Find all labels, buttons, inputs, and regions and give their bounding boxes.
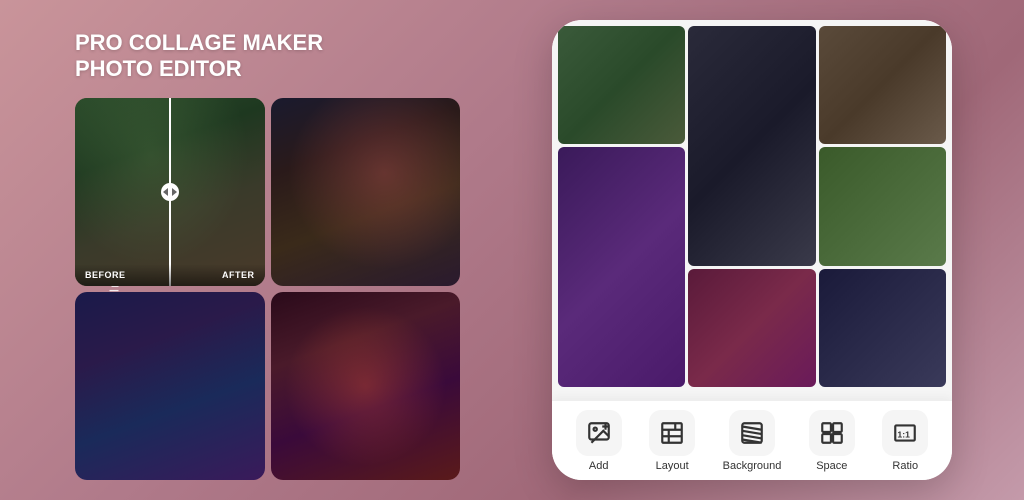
right-panel: Add Layout bbox=[480, 0, 1024, 500]
divider-handle[interactable] bbox=[161, 183, 179, 201]
toolbar-background[interactable]: Background bbox=[723, 410, 782, 472]
background-icon[interactable] bbox=[729, 410, 775, 456]
title-block: PRO COLLAGE MAKER PHOTO EDITOR bbox=[75, 30, 460, 83]
toolbar-ratio[interactable]: 1:1 Ratio bbox=[882, 410, 928, 472]
left-panel: Up to 10 Image Collage Layout PRO COLLAG… bbox=[0, 0, 480, 500]
space-icon[interactable] bbox=[809, 410, 855, 456]
ratio-icon[interactable]: 1:1 bbox=[882, 410, 928, 456]
background-label: Background bbox=[723, 460, 782, 472]
collage-preview: BEFORE AFTER bbox=[75, 98, 460, 480]
after-label: AFTER bbox=[222, 270, 255, 280]
before-after-overlay: BEFORE AFTER bbox=[75, 264, 265, 286]
layout-icon[interactable] bbox=[649, 410, 695, 456]
phone-photo-5 bbox=[819, 147, 946, 265]
toolbar-add[interactable]: Add bbox=[576, 410, 622, 472]
couple-photo-cell bbox=[271, 98, 461, 286]
phone-mockup: Add Layout bbox=[552, 20, 952, 480]
toolbar-layout[interactable]: Layout bbox=[649, 410, 695, 472]
ratio-label: Ratio bbox=[892, 460, 918, 472]
phone-content: Add Layout bbox=[552, 20, 952, 480]
blue-girl-photo-cell bbox=[75, 292, 265, 480]
blue-girl-photo bbox=[75, 292, 265, 480]
phone-toolbar: Add Layout bbox=[552, 400, 952, 480]
phone-photo-3 bbox=[819, 26, 946, 144]
toolbar-space[interactable]: Space bbox=[809, 410, 855, 472]
couple-photo bbox=[271, 98, 461, 286]
svg-text:1:1: 1:1 bbox=[898, 429, 911, 439]
before-label: BEFORE bbox=[85, 270, 126, 280]
space-label: Space bbox=[816, 460, 847, 472]
neon-girl-photo-cell bbox=[271, 292, 461, 480]
add-photo-icon[interactable] bbox=[576, 410, 622, 456]
layout-label: Layout bbox=[656, 460, 689, 472]
phone-photo-6 bbox=[688, 269, 815, 387]
phone-photo-4 bbox=[558, 147, 685, 387]
neon-girl-photo bbox=[271, 292, 461, 480]
add-label: Add bbox=[589, 460, 609, 472]
before-after-cell: BEFORE AFTER bbox=[75, 98, 265, 286]
phone-photo-2 bbox=[688, 26, 815, 266]
app-title: PRO COLLAGE MAKER PHOTO EDITOR bbox=[75, 30, 460, 83]
phone-photo-7 bbox=[819, 269, 946, 387]
phone-photo-1 bbox=[558, 26, 685, 144]
